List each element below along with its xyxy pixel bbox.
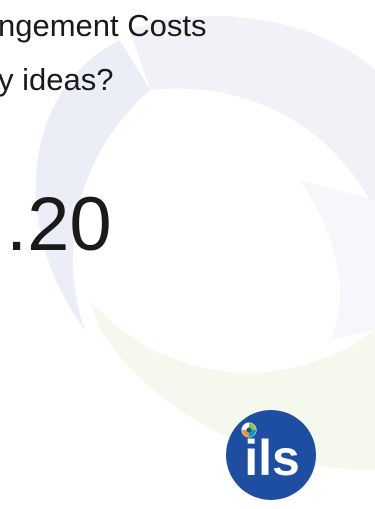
swirl-arc-top — [130, 15, 375, 210]
logo-swirl-icon — [241, 422, 257, 438]
slide: ngement Costs y ideas? .20 ils — [0, 0, 375, 509]
swirl-arc-right — [300, 180, 375, 340]
slide-title-line-2: y ideas? — [0, 62, 114, 97]
slide-title-line-1: ngement Costs — [0, 8, 207, 43]
big-number-value: .20 — [6, 182, 112, 267]
logo-text: ils — [244, 430, 300, 486]
ils-logo: ils — [226, 410, 316, 500]
